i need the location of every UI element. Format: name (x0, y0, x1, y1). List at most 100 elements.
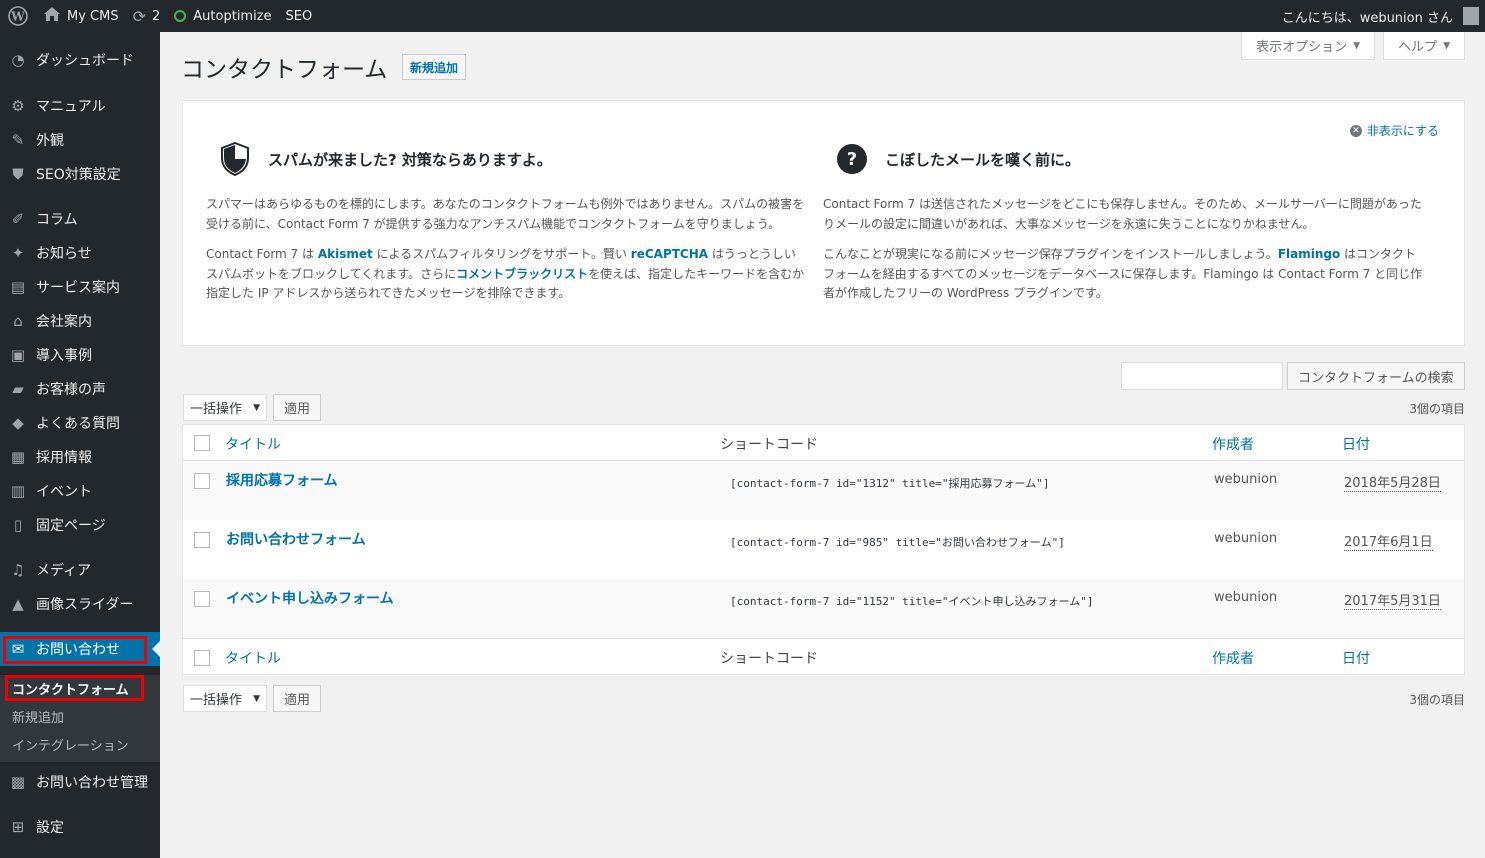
admin-bar: W My CMS ⟳ 2 Autoptimize SEO こんにちは、webun… (0, 0, 1485, 32)
menu-recruit[interactable]: ▦ 採用情報 (0, 440, 160, 474)
menu-testimonials[interactable]: ▰ お客様の声 (0, 372, 160, 406)
spam-heading: スパムが来ました? 対策ならありますよ。 (206, 141, 806, 177)
calendar-icon: ▥ (10, 482, 26, 500)
column-date-header[interactable]: 日付 (1342, 434, 1370, 454)
spam-paragraph-2: Contact Form 7 は Akismet によるスパムフィルタリングをサ… (206, 247, 805, 300)
mail-paragraph-2: こんなことが現実になる前にメッセージ保存プラグインをインストールしましょう。Fl… (823, 247, 1423, 300)
tag-icon: ◆ (12, 414, 24, 432)
dashboard-icon: ◔ (11, 51, 25, 69)
menu-company[interactable]: ⌂ 会社案内 (0, 304, 160, 338)
updates-count: 2 (152, 8, 161, 24)
updates-link[interactable]: ⟳ 2 (126, 0, 168, 32)
form-title-link[interactable]: お問い合わせフォーム (226, 529, 366, 549)
column-author-header[interactable]: 作成者 (1212, 434, 1254, 454)
date: 2017年6月1日 (1344, 531, 1433, 551)
akismet-link[interactable]: Akismet (318, 247, 373, 261)
add-new-button[interactable]: 新規追加 (402, 54, 467, 80)
select-all-checkbox[interactable] (194, 435, 210, 451)
items-count: 3個の項目 (1409, 402, 1465, 416)
column-date-footer[interactable]: 日付 (1342, 648, 1370, 668)
row-checkbox[interactable] (194, 532, 210, 548)
autoptimize-link[interactable]: Autoptimize (167, 0, 278, 32)
table-row: イベント申し込みフォーム [contact-form-7 id="1152" t… (183, 579, 1464, 638)
avatar (1463, 7, 1479, 25)
welcome-panel: ✕ 非表示にする スパムが来ました? 対策ならありますよ。 スパマーはあらゆるも… (182, 100, 1465, 346)
select-all-checkbox[interactable] (194, 650, 210, 666)
images-icon: ▣ (10, 346, 26, 364)
column-title-header[interactable]: タイトル (225, 434, 281, 454)
search-button[interactable]: コンタクトフォームの検索 (1287, 362, 1465, 390)
spam-paragraph-1: スパマーはあらゆるものを標的にします。あなたのコンタクトフォームも例外ではありま… (206, 197, 805, 231)
menu-settings[interactable]: ⊞ 設定 (0, 810, 160, 844)
bulk-action-select[interactable]: 一括操作 ▼ (183, 394, 267, 421)
shield-icon (221, 142, 249, 176)
gear-icon: ⚙ (11, 97, 25, 115)
comments-icon: ▰ (12, 380, 24, 398)
column-shortcode-footer: ショートコード (720, 651, 818, 667)
spam-column: スパムが来ました? 対策ならありますよ。 スパマーはあらゆるものを標的にします。… (206, 141, 806, 315)
menu-media[interactable]: ♫ メディア (0, 553, 160, 587)
seo-link[interactable]: SEO (279, 0, 320, 32)
page-icon: ▯ (13, 516, 23, 534)
mail-heading: ? こぼしたメールを嘆く前に。 (823, 141, 1423, 177)
home-icon (43, 6, 61, 26)
menu-news[interactable]: ✦ お知らせ (0, 236, 160, 270)
items-count-bottom: 3個の項目 (1409, 693, 1465, 707)
row-checkbox[interactable] (194, 473, 210, 489)
status-circle-icon (174, 10, 187, 22)
flamingo-link[interactable]: Flamingo (1278, 247, 1340, 261)
refresh-icon: ⟳ (132, 6, 146, 26)
caret-down-icon: ▼ (253, 402, 260, 413)
menu-seo-settings[interactable]: ⛊ SEO対策設定 (0, 157, 160, 191)
admin-menu: ◔ ダッシュボード ⚙ マニュアル ✎ 外観 ⛊ SEO対策設定 ✐ コラム ✦… (0, 32, 160, 858)
form-title-link[interactable]: 採用応募フォーム (226, 470, 338, 490)
menu-events[interactable]: ▥ イベント (0, 474, 160, 508)
column-title-footer[interactable]: タイトル (225, 648, 281, 668)
menu-contact[interactable]: ✉ お問い合わせ (0, 632, 160, 666)
row-checkbox[interactable] (194, 591, 210, 607)
menu-column[interactable]: ✐ コラム (0, 202, 160, 236)
my-account-link[interactable]: こんにちは、webunion さん (1275, 0, 1485, 32)
date: 2018年5月28日 (1344, 472, 1441, 492)
recaptcha-link[interactable]: reCAPTCHA (631, 247, 708, 261)
help-icon: ? (837, 144, 867, 174)
help-button[interactable]: ヘルプ ▼ (1383, 32, 1465, 60)
menu-image-slider[interactable]: ▲ 画像スライダー (0, 587, 160, 621)
mail-column: ? こぼしたメールを嘆く前に。 Contact Form 7 は送信されたメッセ… (823, 141, 1423, 315)
menu-appearance[interactable]: ✎ 外観 (0, 123, 160, 157)
dismiss-link[interactable]: ✕ 非表示にする (1349, 122, 1439, 139)
table-footer: タイトル ショートコード 作成者 日付 (183, 638, 1464, 674)
pin-icon: ✦ (11, 244, 25, 262)
contact-forms-table: タイトル ショートコード 作成者 日付 採用応募フォーム [contact-fo… (182, 424, 1465, 675)
menu-manual[interactable]: ⚙ マニュアル (0, 89, 160, 123)
apply-button[interactable]: 適用 (273, 394, 321, 421)
menu-dashboard[interactable]: ◔ ダッシュボード (0, 43, 160, 77)
menu-contact-management[interactable]: ▩ お問い合わせ管理 (0, 765, 160, 799)
search-input[interactable] (1121, 362, 1283, 390)
inbox-icon: ▩ (10, 773, 26, 791)
submenu-integration[interactable]: インテグレーション (12, 735, 129, 754)
page-title: コンタクトフォーム (181, 57, 388, 83)
author: webunion (1214, 472, 1278, 487)
comment-blacklist-link[interactable]: コメントブラックリスト (456, 267, 588, 281)
edit-icon: ✐ (11, 210, 25, 228)
form-title-link[interactable]: イベント申し込みフォーム (226, 588, 394, 608)
bulk-action-select-bottom[interactable]: 一括操作 ▼ (183, 685, 267, 712)
apply-button-bottom[interactable]: 適用 (273, 685, 321, 712)
menu-cases[interactable]: ▣ 導入事例 (0, 338, 160, 372)
screen-options-button[interactable]: 表示オプション ▼ (1241, 32, 1376, 60)
mail-paragraph-1: Contact Form 7 は送信されたメッセージをどこにも保存しません。その… (823, 197, 1422, 231)
menu-services[interactable]: ▤ サービス案内 (0, 270, 160, 304)
id-card-icon: ▦ (10, 448, 26, 466)
table-row: 採用応募フォーム [contact-form-7 id="1312" title… (183, 461, 1464, 520)
menu-faq[interactable]: ◆ よくある質問 (0, 406, 160, 440)
screen-meta-links: 表示オプション ▼ ヘルプ ▼ (1241, 32, 1465, 60)
mail-icon: ✉ (11, 640, 25, 658)
wordpress-logo-icon[interactable]: W (0, 0, 36, 32)
submenu-contact-forms[interactable]: コンタクトフォーム (12, 679, 129, 698)
column-author-footer[interactable]: 作成者 (1212, 648, 1254, 668)
close-icon: ✕ (1349, 124, 1362, 137)
site-name-link[interactable]: My CMS (36, 0, 126, 32)
submenu-add-new[interactable]: 新規追加 (12, 707, 64, 726)
menu-pages[interactable]: ▯ 固定ページ (0, 508, 160, 542)
